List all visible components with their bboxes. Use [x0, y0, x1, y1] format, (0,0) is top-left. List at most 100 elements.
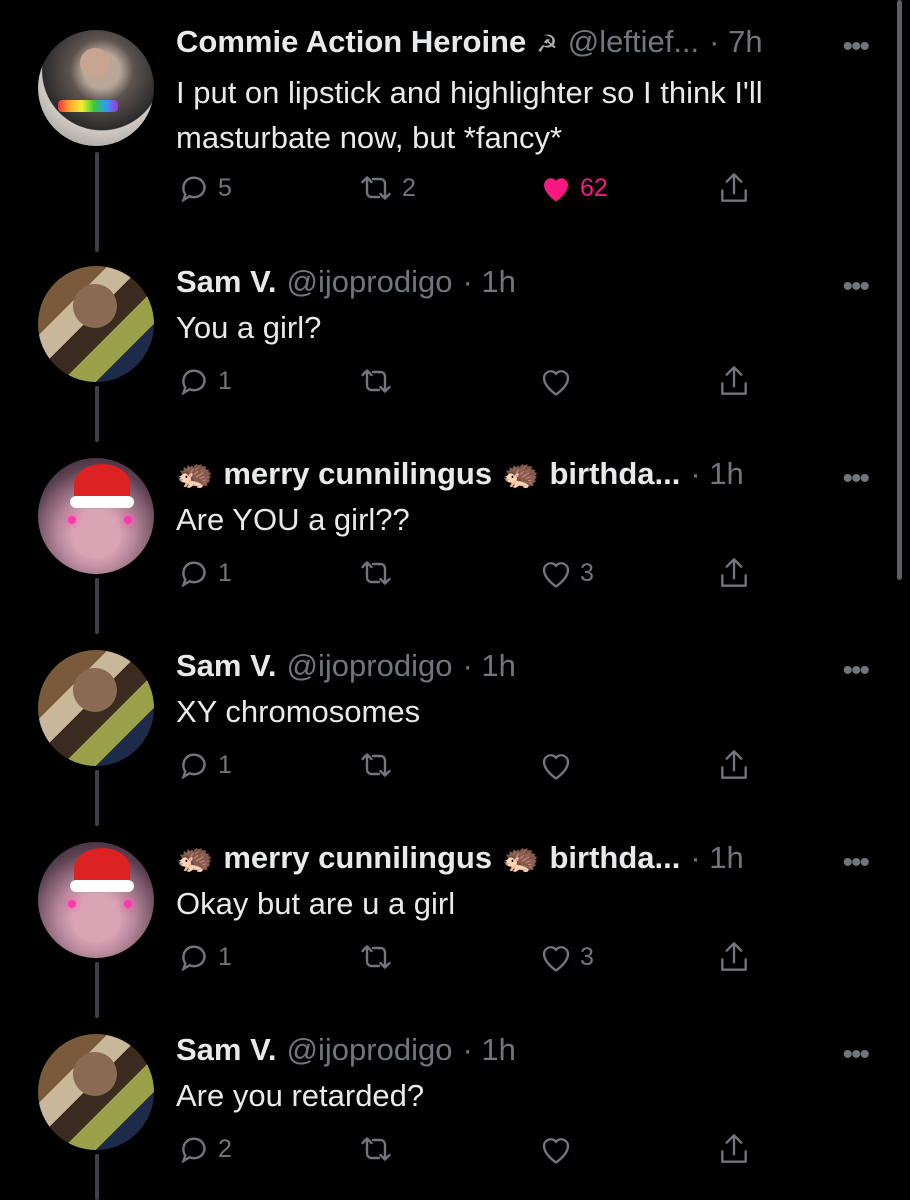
thread-connector	[95, 386, 99, 442]
tweet[interactable]: Sam V. @ijoprodigo · 1h ••• You a girl? …	[0, 250, 910, 442]
timestamp[interactable]: · 7h	[709, 24, 762, 60]
retweet-button[interactable]	[356, 363, 402, 399]
share-icon	[716, 363, 752, 401]
retweet-button[interactable]	[356, 555, 402, 591]
display-name[interactable]: merry cunnilingus	[223, 840, 492, 876]
timestamp[interactable]: · 1h	[462, 1032, 515, 1068]
more-options-icon[interactable]: •••	[842, 846, 869, 880]
like-count: 62	[580, 173, 608, 202]
heart-icon	[538, 939, 574, 975]
retweet-button[interactable]	[356, 747, 402, 783]
thread-connector	[95, 152, 99, 252]
tweet[interactable]: Sam V. @ijoprodigo · 1h ••• Are you reta…	[0, 1018, 910, 1200]
reply-icon	[176, 1131, 212, 1167]
display-name[interactable]: Sam V.	[176, 264, 277, 300]
share-button[interactable]	[716, 1131, 752, 1169]
avatar[interactable]	[38, 842, 154, 958]
tweet-text: Okay but are u a girl	[176, 886, 456, 921]
retweet-button[interactable]	[356, 1131, 402, 1167]
tweet[interactable]: Sam V. @ijoprodigo · 1h ••• XY chromosom…	[0, 634, 910, 826]
more-options-icon[interactable]: •••	[842, 270, 869, 304]
share-button[interactable]	[716, 363, 752, 401]
display-name[interactable]: Commie Action Heroine	[176, 24, 526, 60]
like-count: 3	[580, 942, 594, 971]
more-options-icon[interactable]: •••	[842, 1038, 869, 1072]
tweet-text: XY chromosomes	[176, 694, 421, 729]
like-button[interactable]	[538, 747, 580, 783]
action-bar: 1	[176, 363, 786, 403]
avatar[interactable]	[38, 266, 154, 382]
timestamp[interactable]: · 1h	[690, 840, 743, 876]
reply-button[interactable]: 1	[176, 747, 232, 783]
reply-icon	[176, 555, 212, 591]
reply-button[interactable]: 1	[176, 555, 232, 591]
handle[interactable]: @ijoprodigo	[287, 264, 453, 300]
tweet-header: 🦔 merry cunnilingus 🦔 birthda... · 1h	[176, 840, 744, 876]
display-name[interactable]: merry cunnilingus	[223, 456, 492, 492]
retweet-button[interactable]: 2	[356, 170, 416, 206]
reply-button[interactable]: 5	[176, 170, 232, 206]
hedgehog-emoji: 🦔	[176, 458, 214, 491]
retweet-icon	[356, 939, 396, 975]
tweet-header: Sam V. @ijoprodigo · 1h	[176, 648, 516, 684]
action-bar: 1	[176, 747, 786, 787]
tweet-header: 🦔 merry cunnilingus 🦔 birthda... · 1h	[176, 456, 744, 492]
thread-connector	[95, 962, 99, 1018]
tweet[interactable]: 🦔 merry cunnilingus 🦔 birthda... · 1h ••…	[0, 442, 910, 634]
more-options-icon[interactable]: •••	[842, 654, 869, 688]
like-button[interactable]: 3	[538, 555, 594, 591]
more-options-icon[interactable]: •••	[842, 462, 869, 496]
timestamp[interactable]: · 1h	[462, 648, 515, 684]
reply-count: 1	[218, 750, 232, 779]
display-name[interactable]: Sam V.	[176, 648, 277, 684]
hammer-sickle-emoji: ☭	[536, 31, 558, 58]
share-button[interactable]	[716, 747, 752, 785]
like-button[interactable]	[538, 363, 580, 399]
reply-button[interactable]: 2	[176, 1131, 232, 1167]
reply-count: 1	[218, 942, 232, 971]
avatar[interactable]	[38, 1034, 154, 1150]
retweet-icon	[356, 170, 396, 206]
more-options-icon[interactable]: •••	[842, 30, 869, 64]
tweet-text: Are you retarded?	[176, 1078, 425, 1113]
action-bar: 5 2 62	[176, 170, 786, 210]
thread-connector	[95, 578, 99, 634]
reply-count: 1	[218, 366, 232, 395]
reply-icon	[176, 747, 212, 783]
share-button[interactable]	[716, 170, 752, 208]
avatar[interactable]	[38, 650, 154, 766]
heart-icon	[538, 1131, 574, 1167]
handle[interactable]: @leftief...	[568, 24, 699, 60]
share-button[interactable]	[716, 555, 752, 593]
reply-button[interactable]: 1	[176, 939, 232, 975]
retweet-button[interactable]	[356, 939, 402, 975]
reply-icon	[176, 939, 212, 975]
reply-icon	[176, 363, 212, 399]
avatar[interactable]	[38, 458, 154, 574]
tweet-header: Sam V. @ijoprodigo · 1h	[176, 1032, 516, 1068]
reply-count: 5	[218, 173, 232, 202]
tweet-header: Commie Action Heroine ☭ @leftief... · 7h	[176, 24, 763, 60]
display-name[interactable]: Sam V.	[176, 1032, 277, 1068]
handle[interactable]: @ijoprodigo	[287, 1032, 453, 1068]
display-name-suffix[interactable]: birthda...	[549, 840, 680, 876]
action-bar: 2	[176, 1131, 786, 1171]
timestamp[interactable]: · 1h	[690, 456, 743, 492]
tweet[interactable]: 🦔 merry cunnilingus 🦔 birthda... · 1h ••…	[0, 826, 910, 1018]
heart-icon	[538, 555, 574, 591]
like-button[interactable]: 3	[538, 939, 594, 975]
like-button[interactable]	[538, 1131, 580, 1167]
timestamp[interactable]: · 1h	[462, 264, 515, 300]
share-button[interactable]	[716, 939, 752, 977]
scrollbar[interactable]	[897, 0, 902, 580]
action-bar: 1 3	[176, 555, 786, 595]
reply-button[interactable]: 1	[176, 363, 232, 399]
tweet[interactable]: Commie Action Heroine ☭ @leftief... · 7h…	[0, 0, 910, 252]
tweet-header: Sam V. @ijoprodigo · 1h	[176, 264, 516, 300]
avatar[interactable]	[38, 30, 154, 146]
like-button[interactable]: 62	[538, 170, 608, 206]
reply-thread: Commie Action Heroine ☭ @leftief... · 7h…	[0, 0, 910, 1200]
display-name-suffix[interactable]: birthda...	[549, 456, 680, 492]
share-icon	[716, 939, 752, 977]
handle[interactable]: @ijoprodigo	[287, 648, 453, 684]
